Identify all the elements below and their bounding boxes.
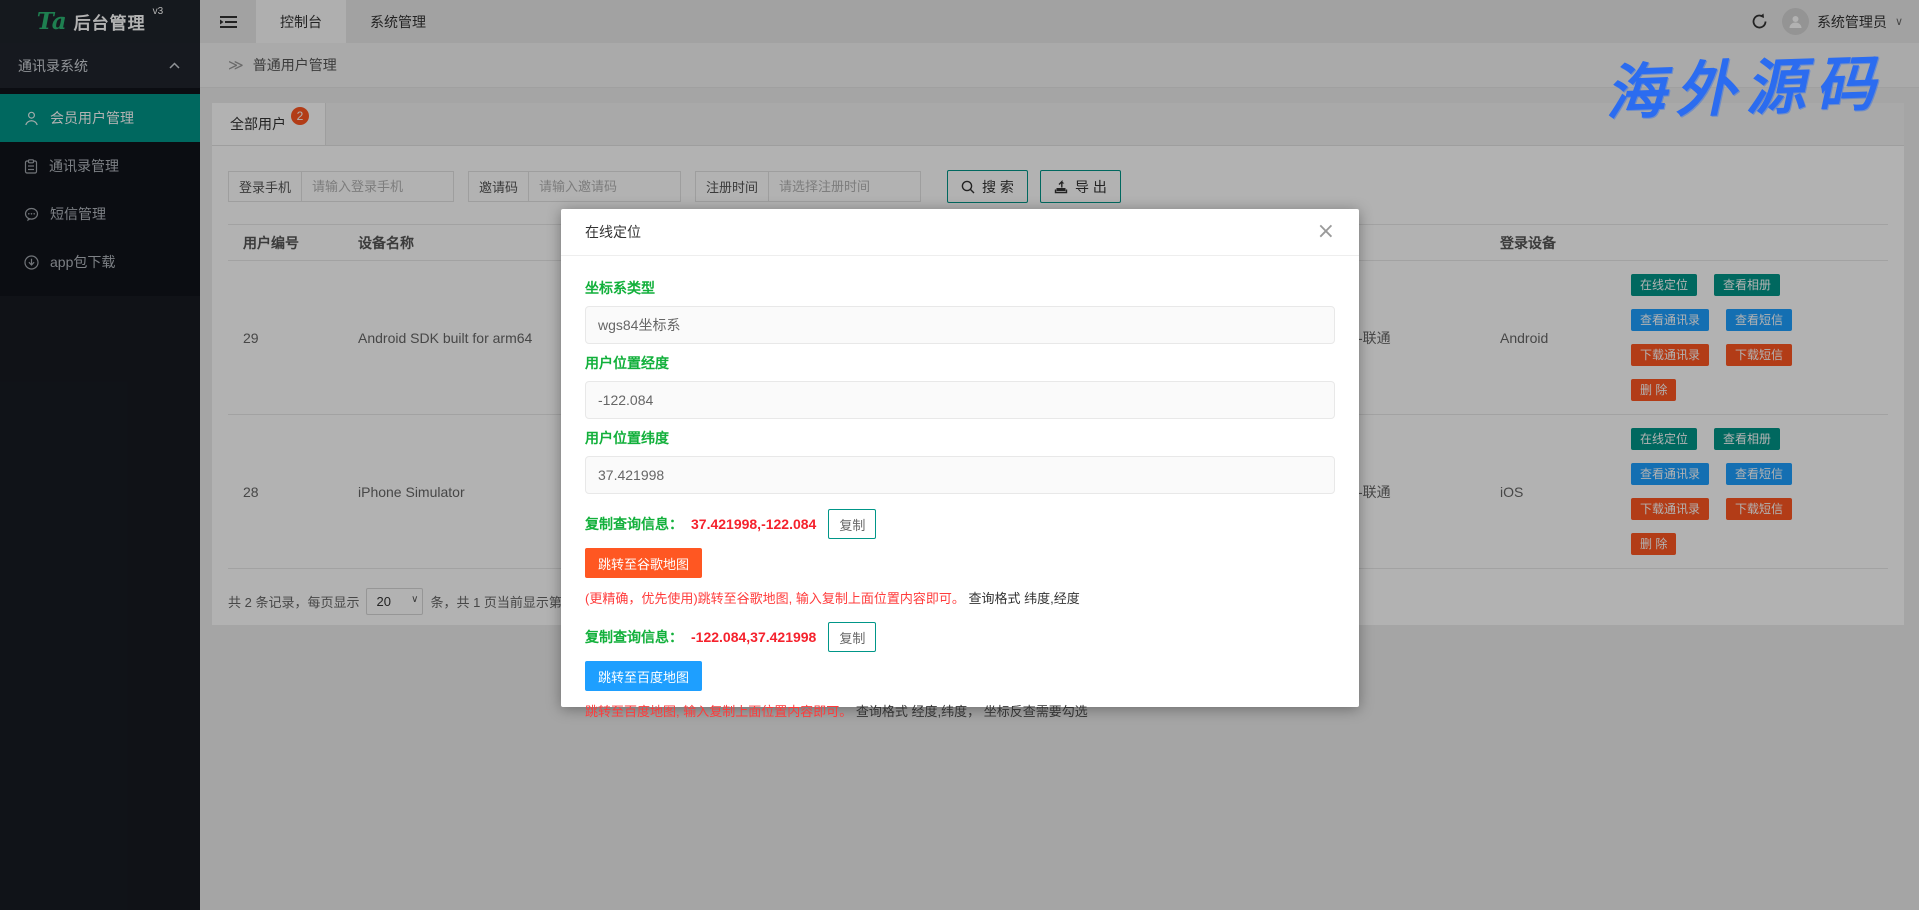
coord-system-input[interactable] bbox=[585, 306, 1335, 344]
longitude-input[interactable] bbox=[585, 381, 1335, 419]
baidu-note: 跳转至百度地图, 输入复制上面位置内容即可。 查询格式 经度,纬度， 坐标反查需… bbox=[585, 701, 1335, 720]
copy-info-label: 复制查询信息： bbox=[585, 514, 683, 534]
goto-google-maps-button[interactable]: 跳转至谷歌地图 bbox=[585, 548, 702, 578]
modal-title: 在线定位 bbox=[585, 222, 641, 242]
latitude-label: 用户位置纬度 bbox=[585, 428, 1335, 448]
google-note-red: (更精确，优先使用)跳转至谷歌地图, 输入复制上面位置内容即可。 bbox=[585, 591, 965, 606]
online-locate-modal: 在线定位 × 坐标系类型 用户位置经度 用户位置纬度 复制查询信息： 37.42… bbox=[561, 209, 1359, 707]
copy-row-google: 复制查询信息： 37.421998,-122.084 复制 bbox=[585, 509, 1335, 539]
copy-row-baidu: 复制查询信息： -122.084,37.421998 复制 bbox=[585, 622, 1335, 652]
longitude-label: 用户位置经度 bbox=[585, 353, 1335, 373]
baidu-note-red: 跳转至百度地图, 输入复制上面位置内容即可。 bbox=[585, 704, 852, 719]
close-icon[interactable]: × bbox=[1317, 221, 1335, 243]
copy-info-label: 复制查询信息： bbox=[585, 627, 683, 647]
copy-info-value: 37.421998,-122.084 bbox=[691, 516, 816, 532]
copy-info-value: -122.084,37.421998 bbox=[691, 629, 816, 645]
baidu-note-format: 查询格式 经度,纬度， 坐标反查需要勾选 bbox=[856, 704, 1088, 719]
copy-button[interactable]: 复制 bbox=[828, 509, 876, 539]
coord-system-label: 坐标系类型 bbox=[585, 278, 1335, 298]
google-note: (更精确，优先使用)跳转至谷歌地图, 输入复制上面位置内容即可。 查询格式 纬度… bbox=[585, 588, 1335, 607]
modal-body: 坐标系类型 用户位置经度 用户位置纬度 复制查询信息： 37.421998,-1… bbox=[561, 256, 1359, 720]
latitude-input[interactable] bbox=[585, 456, 1335, 494]
modal-header: 在线定位 × bbox=[561, 209, 1359, 256]
goto-baidu-maps-button[interactable]: 跳转至百度地图 bbox=[585, 661, 702, 691]
copy-button[interactable]: 复制 bbox=[828, 622, 876, 652]
google-note-format: 查询格式 纬度,经度 bbox=[969, 591, 1080, 606]
